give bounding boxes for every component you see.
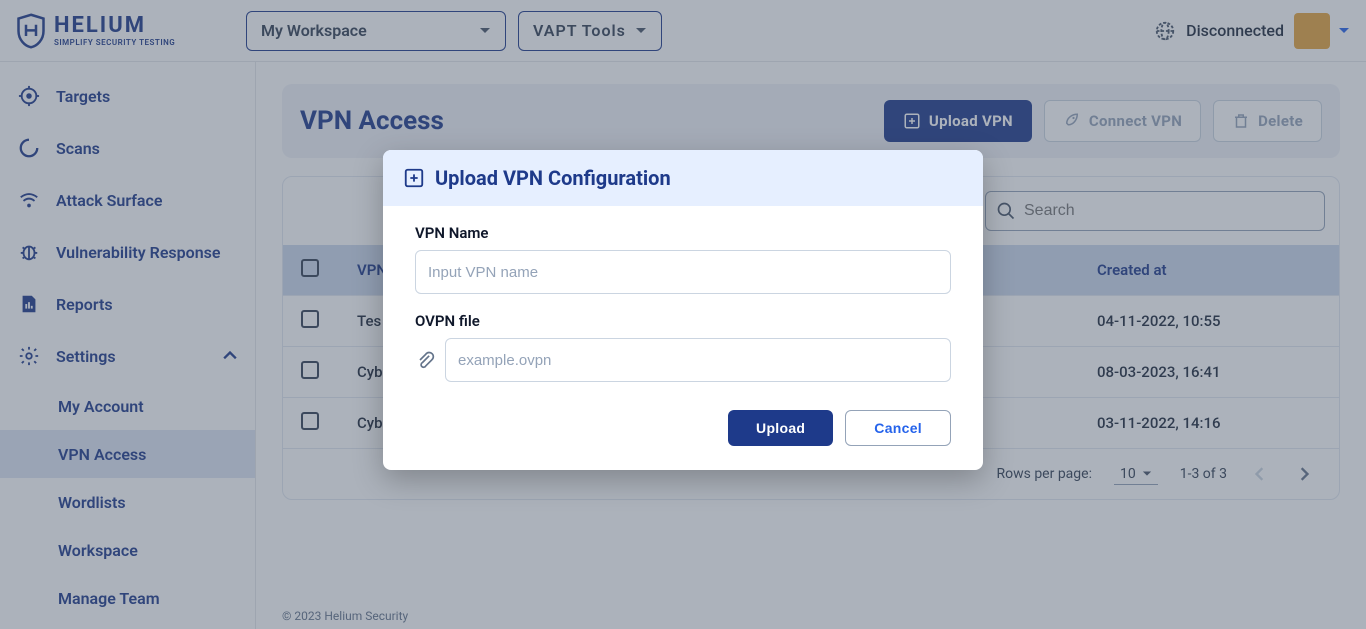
vpn-name-input[interactable] xyxy=(415,250,951,294)
attachment-icon[interactable] xyxy=(415,349,435,371)
ovpn-file-label: OVPN file xyxy=(415,312,951,330)
vpn-name-label: VPN Name xyxy=(415,224,951,242)
app-root: HELIUM SIMPLIFY SECURITY TESTING My Work… xyxy=(0,0,1366,629)
plus-box-icon xyxy=(403,167,425,189)
modal-upload-button[interactable]: Upload xyxy=(728,410,833,446)
modal-footer: Upload Cancel xyxy=(383,390,983,470)
modal-overlay[interactable]: Upload VPN Configuration VPN Name OVPN f… xyxy=(0,0,1366,629)
ovpn-file-input[interactable] xyxy=(445,338,951,382)
modal-title: Upload VPN Configuration xyxy=(435,166,671,190)
modal-cancel-button[interactable]: Cancel xyxy=(845,410,951,446)
modal-header: Upload VPN Configuration xyxy=(383,150,983,206)
upload-vpn-modal: Upload VPN Configuration VPN Name OVPN f… xyxy=(383,150,983,470)
